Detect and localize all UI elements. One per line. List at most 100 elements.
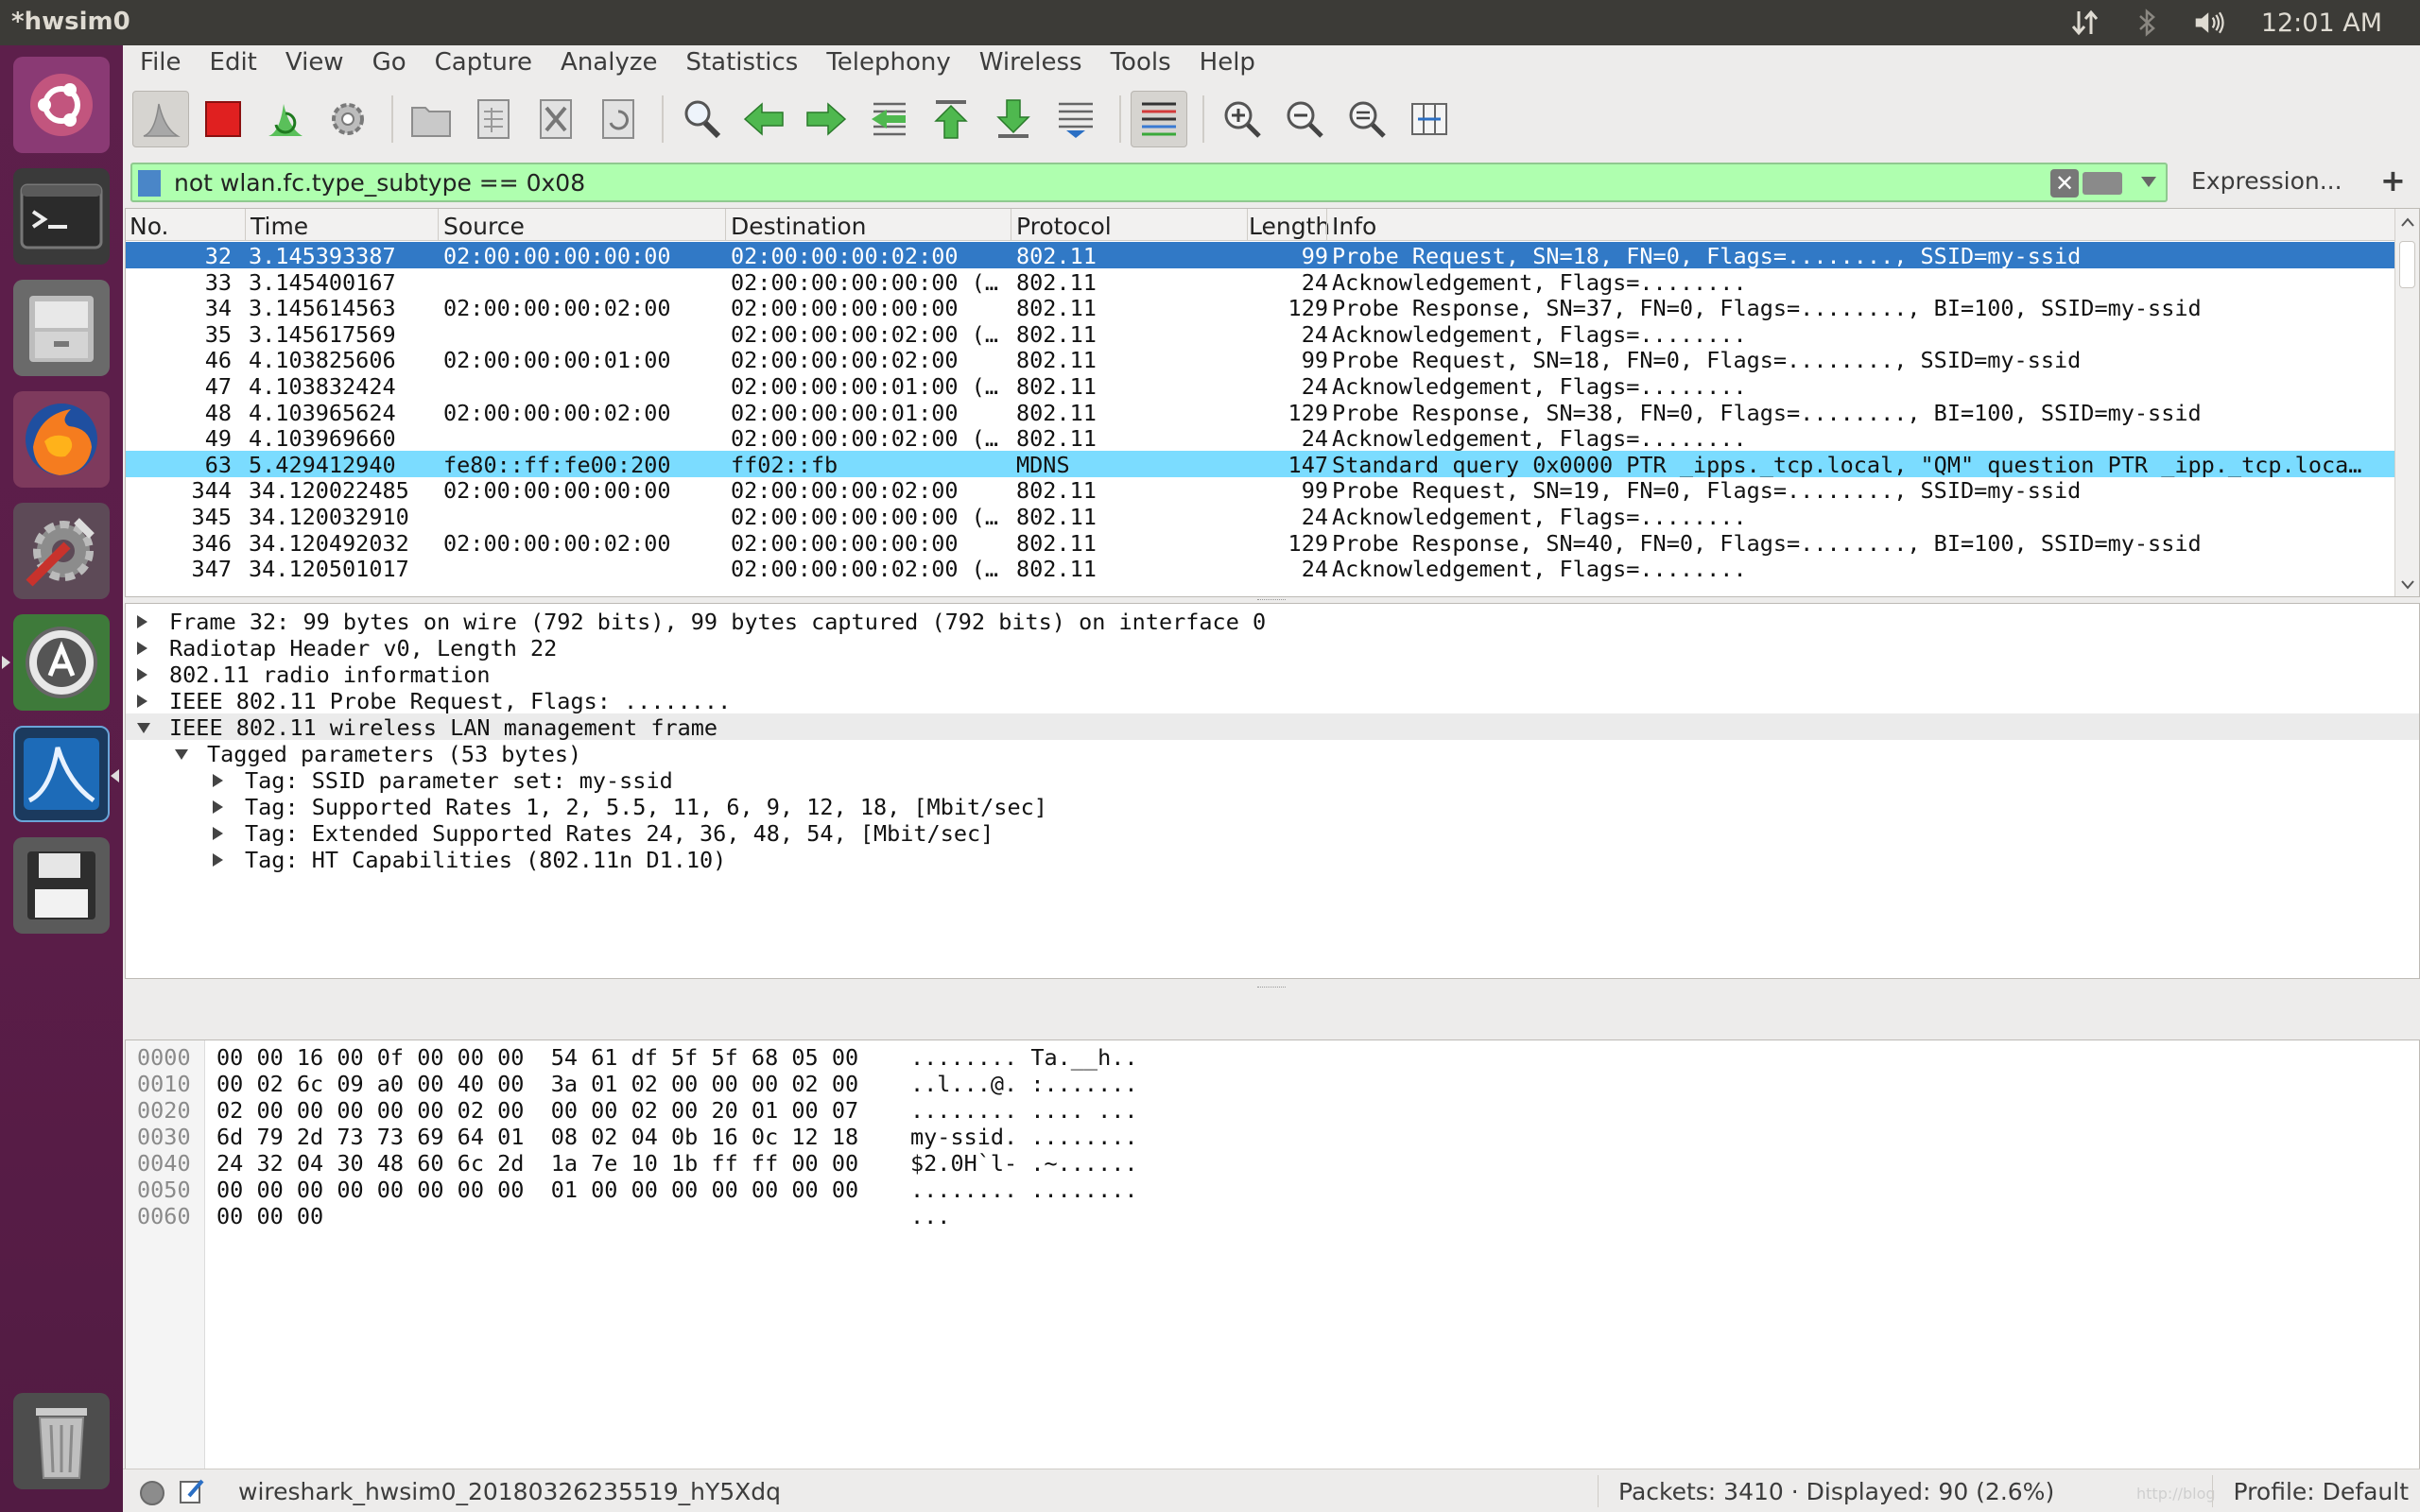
detail-tree-item[interactable]: Tag: SSID parameter set: my-ssid: [126, 766, 2419, 794]
go-to-packet-button[interactable]: [860, 91, 917, 147]
hex-bytes[interactable]: 02 00 00 00 00 00 02 00 00 00 02 00 20 0…: [216, 1097, 858, 1124]
menu-capture[interactable]: Capture: [435, 48, 532, 77]
collapsed-arrow-icon[interactable]: [137, 668, 147, 681]
hex-ascii[interactable]: ........ .... ...: [910, 1097, 1138, 1124]
hex-bytes[interactable]: 00 00 00 00 00 00 00 00 01 00 00 00 00 0…: [216, 1177, 858, 1203]
hex-ascii[interactable]: $2.0H`l- .~......: [910, 1150, 1138, 1177]
clock[interactable]: 12:01 AM: [2261, 9, 2382, 38]
zoom-out-button[interactable]: [1276, 91, 1333, 147]
packet-row[interactable]: 345 34.120032910 02:00:00:00:00:00 (… 802.1…: [126, 503, 2394, 529]
start-capture-button[interactable]: [132, 91, 189, 147]
save-file-button[interactable]: [465, 91, 522, 147]
packet-list-scrollbar[interactable]: [2394, 209, 2419, 596]
packet-row[interactable]: 35 3.145617569 02:00:00:00:02:00 (… 802.11 2…: [126, 320, 2394, 347]
last-packet-button[interactable]: [985, 91, 1042, 147]
hex-dump-row[interactable]: 0050 00 00 00 00 00 00 00 00 01 00 00 00 …: [126, 1177, 2394, 1203]
column-separator[interactable]: [245, 209, 246, 241]
scroll-down-arrow-icon[interactable]: [2400, 579, 2415, 591]
menu-help[interactable]: Help: [1200, 48, 1255, 77]
close-file-button[interactable]: [527, 91, 584, 147]
packet-row[interactable]: 47 4.103832424 02:00:00:00:01:00 (… 802.11 2…: [126, 372, 2394, 399]
add-filter-button[interactable]: +: [2380, 163, 2406, 198]
menu-analyze[interactable]: Analyze: [561, 48, 657, 77]
stop-capture-button[interactable]: [195, 91, 251, 147]
volume-icon[interactable]: [2193, 6, 2227, 40]
column-protocol[interactable]: Protocol: [1016, 213, 1112, 240]
detail-tree-item[interactable]: Radiotap Header v0, Length 22: [126, 634, 2419, 662]
restart-capture-button[interactable]: [257, 91, 314, 147]
detail-tree-item[interactable]: Tag: Extended Supported Rates 24, 36, 48…: [126, 819, 2419, 847]
hex-dump-row[interactable]: 0000 00 00 16 00 0f 00 00 00 54 61 df 5f …: [126, 1044, 2394, 1071]
hex-dump-row[interactable]: 0030 6d 79 2d 73 73 69 64 01 08 02 04 0b …: [126, 1124, 2394, 1150]
bluetooth-icon[interactable]: [2131, 6, 2165, 40]
packet-row[interactable]: 34 3.145614563 02:00:00:00:02:00 02:00:00:0…: [126, 294, 2394, 320]
column-no[interactable]: No.: [130, 213, 169, 240]
detail-tree-item[interactable]: IEEE 802.11 wireless LAN management fram…: [126, 713, 2419, 741]
system-settings-launcher[interactable]: [13, 503, 110, 599]
go-forward-button[interactable]: [798, 91, 855, 147]
clear-filter-icon[interactable]: ✕: [2050, 169, 2079, 198]
collapsed-arrow-icon[interactable]: [213, 853, 223, 867]
profile-label[interactable]: Profile: Default: [2234, 1478, 2409, 1505]
packet-row[interactable]: 347 34.120501017 02:00:00:00:02:00 (… 802.1…: [126, 555, 2394, 581]
packet-row[interactable]: 32 3.145393387 02:00:00:00:00:00 02:00:00:0…: [126, 242, 2394, 268]
expanded-arrow-icon[interactable]: [175, 749, 188, 760]
wireshark-launcher[interactable]: [13, 726, 119, 822]
packet-row[interactable]: 346 34.120492032 02:00:00:00:02:00 02:00:00…: [126, 529, 2394, 556]
hex-dump-row[interactable]: 0060 00 00 00...: [126, 1203, 2394, 1229]
hex-bytes[interactable]: 24 32 04 30 48 60 6c 2d 1a 7e 10 1b ff f…: [216, 1150, 858, 1177]
expert-info-icon[interactable]: [140, 1481, 164, 1505]
hex-ascii[interactable]: ...: [910, 1203, 950, 1229]
collapsed-arrow-icon[interactable]: [213, 827, 223, 840]
menu-tools[interactable]: Tools: [1111, 48, 1171, 77]
terminal-launcher[interactable]: [13, 168, 110, 265]
detail-tree-item[interactable]: 802.11 radio information: [126, 661, 2419, 688]
scrollbar-thumb[interactable]: [2399, 241, 2415, 288]
collapsed-arrow-icon[interactable]: [137, 615, 147, 628]
hex-bytes[interactable]: 6d 79 2d 73 73 69 64 01 08 02 04 0b 16 0…: [216, 1124, 858, 1150]
network-arrows-icon[interactable]: [2068, 6, 2102, 40]
column-separator[interactable]: [438, 209, 439, 241]
column-length[interactable]: Length: [1249, 213, 1330, 240]
bookmark-icon[interactable]: [138, 170, 161, 197]
ubuntu-dash-button[interactable]: [13, 57, 110, 153]
hex-ascii[interactable]: ........ Ta.__h..: [910, 1044, 1138, 1071]
first-packet-button[interactable]: [923, 91, 979, 147]
filter-dropdown-chevron-icon[interactable]: [2141, 177, 2156, 187]
column-time[interactable]: Time: [251, 213, 308, 240]
packet-row[interactable]: 63 5.429412940 fe80::ff:fe00:200 ff02::fb MD…: [126, 450, 2394, 477]
resize-columns-button[interactable]: [1401, 91, 1458, 147]
packet-bytes-pane[interactable]: 0000 00 00 16 00 0f 00 00 00 54 61 df 5f …: [125, 1040, 2420, 1512]
menu-file[interactable]: File: [140, 48, 182, 77]
detail-tree-item[interactable]: Tagged parameters (53 bytes): [126, 740, 2419, 767]
menu-wireless[interactable]: Wireless: [979, 48, 1082, 77]
hex-dump-row[interactable]: 0040 24 32 04 30 48 60 6c 2d 1a 7e 10 1b …: [126, 1150, 2394, 1177]
display-filter-input[interactable]: not wlan.fc.type_subtype == 0x08 ✕: [130, 163, 2168, 202]
hex-bytes[interactable]: 00 00 16 00 0f 00 00 00 54 61 df 5f 5f 6…: [216, 1044, 858, 1071]
hex-ascii[interactable]: ..l...@. :.......: [910, 1071, 1138, 1097]
hex-dump-row[interactable]: 0020 02 00 00 00 00 00 02 00 00 00 02 00 …: [126, 1097, 2394, 1124]
capture-options-button[interactable]: [320, 91, 376, 147]
menu-edit[interactable]: Edit: [210, 48, 257, 77]
go-back-button[interactable]: [735, 91, 792, 147]
packet-row[interactable]: 46 4.103825606 02:00:00:00:01:00 02:00:00:0…: [126, 346, 2394, 372]
packet-row[interactable]: 33 3.145400167 02:00:00:00:00:00 (… 802.11 2…: [126, 268, 2394, 295]
collapsed-arrow-icon[interactable]: [213, 774, 223, 787]
hex-ascii[interactable]: ........ ........: [910, 1177, 1138, 1203]
save-disk-launcher[interactable]: [13, 837, 110, 934]
detail-tree-item[interactable]: IEEE 802.11 Probe Request, Flags: ......…: [126, 687, 2419, 714]
packet-details-tree[interactable]: Frame 32: 99 bytes on wire (792 bits), 9…: [125, 603, 2420, 979]
hex-bytes[interactable]: 00 02 6c 09 a0 00 40 00 3a 01 02 00 00 0…: [216, 1071, 858, 1097]
collapsed-arrow-icon[interactable]: [137, 695, 147, 708]
edit-comment-icon[interactable]: [178, 1477, 206, 1505]
menu-telephony[interactable]: Telephony: [826, 48, 950, 77]
expression-button[interactable]: Expression...: [2191, 167, 2342, 195]
software-updater-launcher[interactable]: [2, 614, 110, 711]
detail-tree-item[interactable]: Frame 32: 99 bytes on wire (792 bits), 9…: [126, 608, 2419, 635]
column-source[interactable]: Source: [443, 213, 525, 240]
colorize-button[interactable]: [1131, 91, 1187, 147]
hex-bytes[interactable]: 00 00 00: [216, 1203, 323, 1229]
detail-tree-item[interactable]: Tag: HT Capabilities (802.11n D1.10): [126, 846, 2419, 873]
find-packet-button[interactable]: [673, 91, 730, 147]
menu-statistics[interactable]: Statistics: [685, 48, 798, 77]
